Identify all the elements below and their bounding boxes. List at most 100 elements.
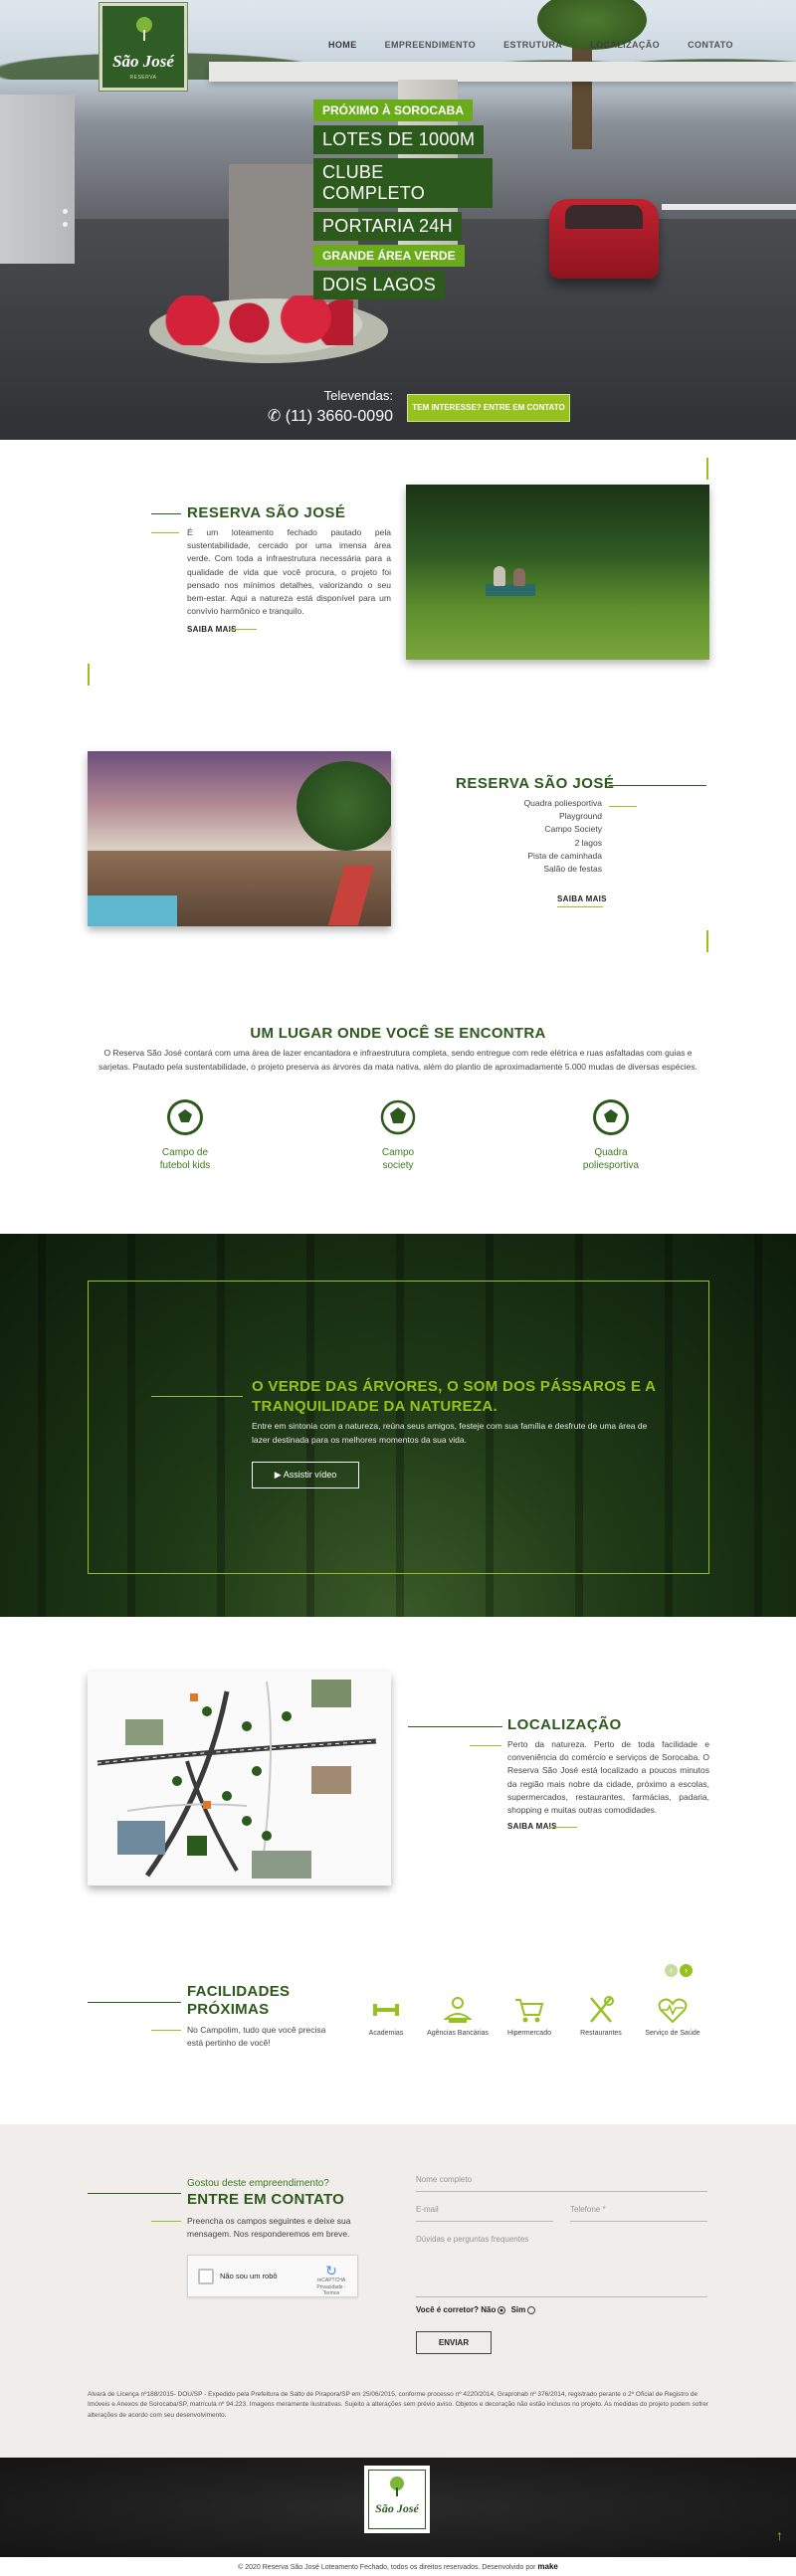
chevron-left-icon: ‹ (670, 1965, 673, 1975)
location-map[interactable] (88, 1672, 391, 1885)
facility-restaurantes: Restaurantes (566, 1993, 636, 2037)
slider-dot-2[interactable] (63, 222, 68, 227)
radio-nao[interactable] (498, 2305, 506, 2314)
radio-sim-label: Sim (510, 2305, 526, 2314)
list-item: Pista de caminhada (527, 850, 602, 861)
message-field[interactable]: Dúvidas e perguntas frequentes (416, 2226, 707, 2297)
nav-estrutura[interactable]: ESTRUTURA (503, 40, 562, 60)
recaptcha-widget: Não sou um robô ↻ reCAPTCHA Privacidade … (187, 2255, 358, 2297)
chevron-right-icon: › (685, 1965, 688, 1975)
footer-logo[interactable]: São José (364, 2466, 430, 2533)
play-icon: ▶ (274, 1470, 284, 1480)
list-item: Playground (558, 811, 602, 822)
contact-cta-button[interactable]: TEM INTERESSE? ENTRE EM CONTATO (407, 394, 570, 422)
facility-hipermercado: Hipermercado (495, 1993, 564, 2037)
copyright: © 2020 Reserva São José Loteamento Fecha… (0, 2557, 796, 2576)
shopping-cart-icon (515, 1999, 544, 2023)
pool (88, 895, 177, 926)
televendas-phone[interactable]: ✆ (11) 3660-0090 (259, 406, 393, 426)
gatehouse-wall (0, 95, 75, 264)
deco-line (408, 1726, 502, 1727)
bank-coins-icon (443, 1997, 473, 2023)
contact-text: Preencha os campos seguintes e deixe sua… (187, 2216, 351, 2240)
amenity-label: Campo society (381, 1147, 415, 1171)
amenity-label: Campo de futebol kids (159, 1147, 211, 1171)
deco-line (470, 1745, 501, 1746)
list-item: Salão de festas (543, 863, 602, 874)
back-to-top-icon[interactable]: ↑ (776, 2527, 788, 2545)
deco-line (151, 513, 181, 514)
soccer-ball-icon (593, 1099, 629, 1135)
heartbeat-icon (658, 1998, 688, 2024)
broker-question: Você é corretor? Não Sim (416, 2305, 538, 2314)
facility-label: Restaurantes (580, 2030, 622, 2037)
nav-home[interactable]: HOME (328, 40, 357, 60)
slider-dots (63, 209, 68, 235)
forest-title: O VERDE DAS ÁRVORES, O SOM DOS PÁSSAROS … (252, 1378, 657, 1415)
name-field[interactable]: Nome completo (416, 2166, 707, 2192)
person (513, 568, 525, 586)
hero-tag: PRÓXIMO À SOROCABA (313, 99, 474, 121)
broker-question-label: Você é corretor? (416, 2305, 479, 2314)
developer-link[interactable]: make (537, 2562, 557, 2571)
bench (486, 584, 535, 596)
structure-saiba-mais[interactable]: SAIBA MAIS (557, 894, 607, 903)
localizacao-title: LOCALIZAÇÃO (507, 1716, 622, 1733)
structure-list: Quadra poliesportiva Playground Campo So… (458, 797, 602, 876)
phone-icon: ✆ (267, 408, 286, 425)
recaptcha-icon: ↻ (325, 2263, 337, 2279)
watch-video-button[interactable]: ▶ Assistir vídeo (252, 1462, 359, 1488)
carousel-prev-button[interactable]: ‹ (665, 1964, 678, 1977)
about-title: RESERVA SÃO JOSÉ (187, 504, 346, 521)
lugar-text: O Reserva São José contará com uma área … (99, 1048, 697, 1072)
radio-nao-label: Não (481, 2305, 497, 2314)
slider-dot-1[interactable] (63, 209, 68, 214)
nav-empreendimento[interactable]: EMPREENDIMENTO (385, 40, 476, 60)
facility-bancos: Agências Bancárias (423, 1993, 493, 2037)
nav-contato[interactable]: CONTATO (688, 40, 733, 60)
send-button[interactable]: ENVIAR (416, 2331, 492, 2354)
dumbbell-icon (373, 2004, 399, 2016)
deco-line (151, 1396, 243, 1397)
recaptcha-checkbox[interactable] (198, 2269, 214, 2284)
cutlery-icon (590, 1996, 614, 2023)
legal-text: Alvará de Licença nº188/2015- DOU/SP - E… (88, 2391, 709, 2419)
facility-saude: Serviço de Saúde (638, 1993, 707, 2037)
recaptcha-label: Não sou um robô (220, 2272, 278, 2280)
amenity-society: Campo society (338, 1097, 458, 1172)
footer-logo-text: São José (375, 2501, 419, 2515)
phone-number: (11) 3660-0090 (285, 408, 393, 425)
logo-subtitle: RESERVA (129, 75, 157, 81)
site-logo[interactable]: São José RESERVA (99, 2, 188, 92)
list-item: 2 lagos (574, 837, 602, 848)
nav-localizacao[interactable]: LOCALIZAÇÃO (590, 40, 660, 60)
email-field[interactable]: E-mail (416, 2196, 553, 2222)
tree-icon (136, 17, 152, 41)
deco-line (229, 629, 257, 630)
carousel-next-button[interactable]: › (680, 1964, 693, 1977)
copyright-text: © 2020 Reserva São José Loteamento Fecha… (238, 2564, 536, 2571)
hero-tag: DOIS LAGOS (313, 271, 446, 299)
facilidades-title: FACILIDADES PRÓXIMAS (187, 1983, 291, 2018)
soccer-ball-icon (380, 1099, 416, 1135)
contact-title: ENTRE EM CONTATO (187, 2191, 345, 2208)
deco-line (88, 2002, 181, 2003)
recaptcha-logo: ↻ reCAPTCHA Privacidade - Termos (311, 2264, 351, 2297)
soccer-ball-icon (167, 1099, 203, 1135)
phone-field[interactable]: Telefone * (570, 2196, 707, 2222)
deco-line (557, 906, 603, 907)
facility-label: Agências Bancárias (427, 2030, 489, 2037)
radio-sim[interactable] (527, 2305, 536, 2314)
deco-line (706, 930, 708, 952)
amenity-label: Quadra poliesportiva (582, 1147, 640, 1171)
tree-icon (390, 2477, 404, 2496)
deco-line (706, 458, 708, 480)
facility-label: Hipermercado (507, 2030, 551, 2037)
list-item: Campo Society (544, 824, 602, 835)
amenity-kids-field: Campo de futebol kids (125, 1097, 245, 1172)
hero-tag: CLUBE COMPLETO (313, 158, 493, 208)
car-windshield (565, 205, 643, 229)
deco-line (549, 1827, 577, 1828)
amenity-poliesportiva: Quadra poliesportiva (551, 1097, 671, 1172)
televendas-label: Televendas: (323, 388, 393, 403)
